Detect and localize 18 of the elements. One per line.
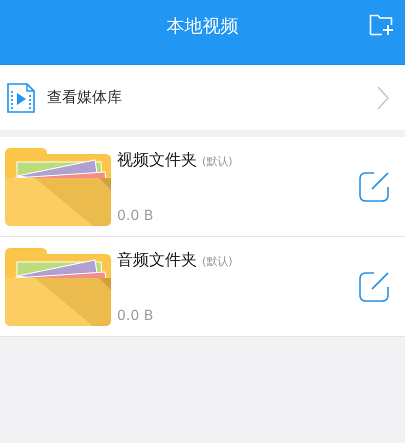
new-folder-icon[interactable] [369,14,395,36]
folder-size: 0.0 B [117,308,154,324]
folder-row[interactable]: 音频文件夹 (默认) 0.0 B [0,237,405,337]
edit-icon[interactable] [358,270,390,302]
default-tag: (默认) [202,154,233,168]
media-library-label: 查看媒体库 [47,88,123,107]
chevron-right-icon [377,86,389,110]
edit-icon[interactable] [358,170,390,202]
folder-icon [5,248,111,326]
folder-icon [5,148,111,226]
video-file-icon [7,82,35,112]
default-tag: (默认) [202,254,233,268]
folder-name: 音频文件夹 [117,250,197,270]
folder-name: 视频文件夹 [117,150,197,170]
page-title: 本地视频 [166,14,238,38]
folder-size: 0.0 B [117,208,154,224]
media-library-row[interactable]: 查看媒体库 [0,65,405,130]
folder-row[interactable]: 视频文件夹 (默认) 0.0 B [0,137,405,237]
